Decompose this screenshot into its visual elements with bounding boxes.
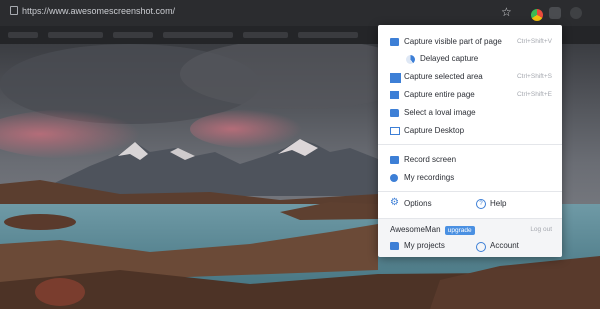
bookmark-item[interactable] (298, 32, 358, 38)
profile-avatar[interactable] (570, 7, 582, 19)
logout-link[interactable]: Log out (530, 226, 552, 233)
bookmark-item[interactable] (48, 32, 103, 38)
visible-capture-icon (390, 38, 399, 46)
extension-icon[interactable] (549, 7, 561, 19)
user-info: AwesomeMan upgrade (390, 225, 475, 235)
recordings-icon (390, 174, 398, 182)
video-camera-icon (390, 156, 399, 164)
menu-item-label: Capture Desktop (404, 126, 465, 135)
bookmark-star-icon[interactable]: ☆ (501, 5, 512, 19)
my-projects-link[interactable]: My projects (390, 240, 470, 254)
bookmark-item[interactable] (243, 32, 288, 38)
folder-icon (390, 109, 399, 117)
lock-icon (10, 6, 18, 15)
menu-item-capture-entire[interactable]: Capture entire page Ctrl+Shift+E (378, 87, 562, 103)
menu-item-help[interactable]: ? Help (476, 196, 562, 212)
address-text: https://www.awesomescreenshot.com/ (22, 6, 176, 16)
shortcut-label: Ctrl+Shift+V (516, 38, 552, 45)
menu-item-label: Help (490, 199, 507, 208)
menu-item-label: Capture selected area (404, 72, 483, 81)
menu-item-capture-selected[interactable]: Capture selected area Ctrl+Shift+S (378, 69, 562, 85)
menu-item-delayed-capture[interactable]: Delayed capture (378, 51, 562, 67)
capture-menu-popup: Capture visible part of page Ctrl+Shift+… (378, 25, 562, 257)
desktop-icon (390, 127, 400, 135)
bookmark-item[interactable] (113, 32, 153, 38)
menu-item-label: My recordings (404, 173, 455, 182)
menu-item-options[interactable]: ⚙ Options (378, 196, 470, 212)
shortcut-label: Ctrl+Shift+E (516, 91, 552, 98)
menu-item-label: Record screen (404, 155, 457, 164)
menu-item-label: Select a loval image (404, 108, 476, 117)
menu-item-label: Options (404, 199, 432, 208)
entire-page-icon (390, 91, 399, 99)
address-bar[interactable]: https://www.awesomescreenshot.com/ (10, 6, 175, 16)
help-icon: ? (476, 199, 486, 209)
username: AwesomeMan (390, 225, 441, 234)
account-user-icon (476, 242, 486, 252)
menu-item-record-screen[interactable]: Record screen (378, 152, 562, 168)
browser-toolbar: https://www.awesomescreenshot.com/ ☆ (0, 0, 600, 26)
gear-icon: ⚙ (390, 197, 399, 208)
menu-divider (378, 144, 562, 145)
menu-item-capture-visible[interactable]: Capture visible part of page Ctrl+Shift+… (378, 34, 562, 50)
timer-icon (406, 55, 415, 64)
awesome-screenshot-extension-icon[interactable] (529, 7, 545, 23)
account-label: Account (490, 241, 519, 250)
menu-item-label: Delayed capture (420, 54, 479, 63)
account-footer: AwesomeMan upgrade Log out My projects A… (378, 218, 562, 257)
my-projects-label: My projects (404, 241, 445, 250)
account-link[interactable]: Account (476, 240, 546, 254)
shortcut-label: Ctrl+Shift+S (516, 73, 552, 80)
bookmark-item[interactable] (163, 32, 233, 38)
selected-area-icon (390, 73, 401, 83)
upgrade-badge[interactable]: upgrade (444, 226, 475, 235)
menu-item-label: Capture entire page (404, 90, 475, 99)
bookmark-item[interactable] (8, 32, 38, 38)
menu-item-label: Capture visible part of page (404, 37, 502, 46)
menu-item-capture-desktop[interactable]: Capture Desktop (378, 123, 562, 139)
menu-divider (378, 191, 562, 192)
projects-folder-icon (390, 242, 399, 250)
menu-item-select-local-image[interactable]: Select a loval image (378, 105, 562, 121)
menu-item-my-recordings[interactable]: My recordings (378, 170, 562, 186)
